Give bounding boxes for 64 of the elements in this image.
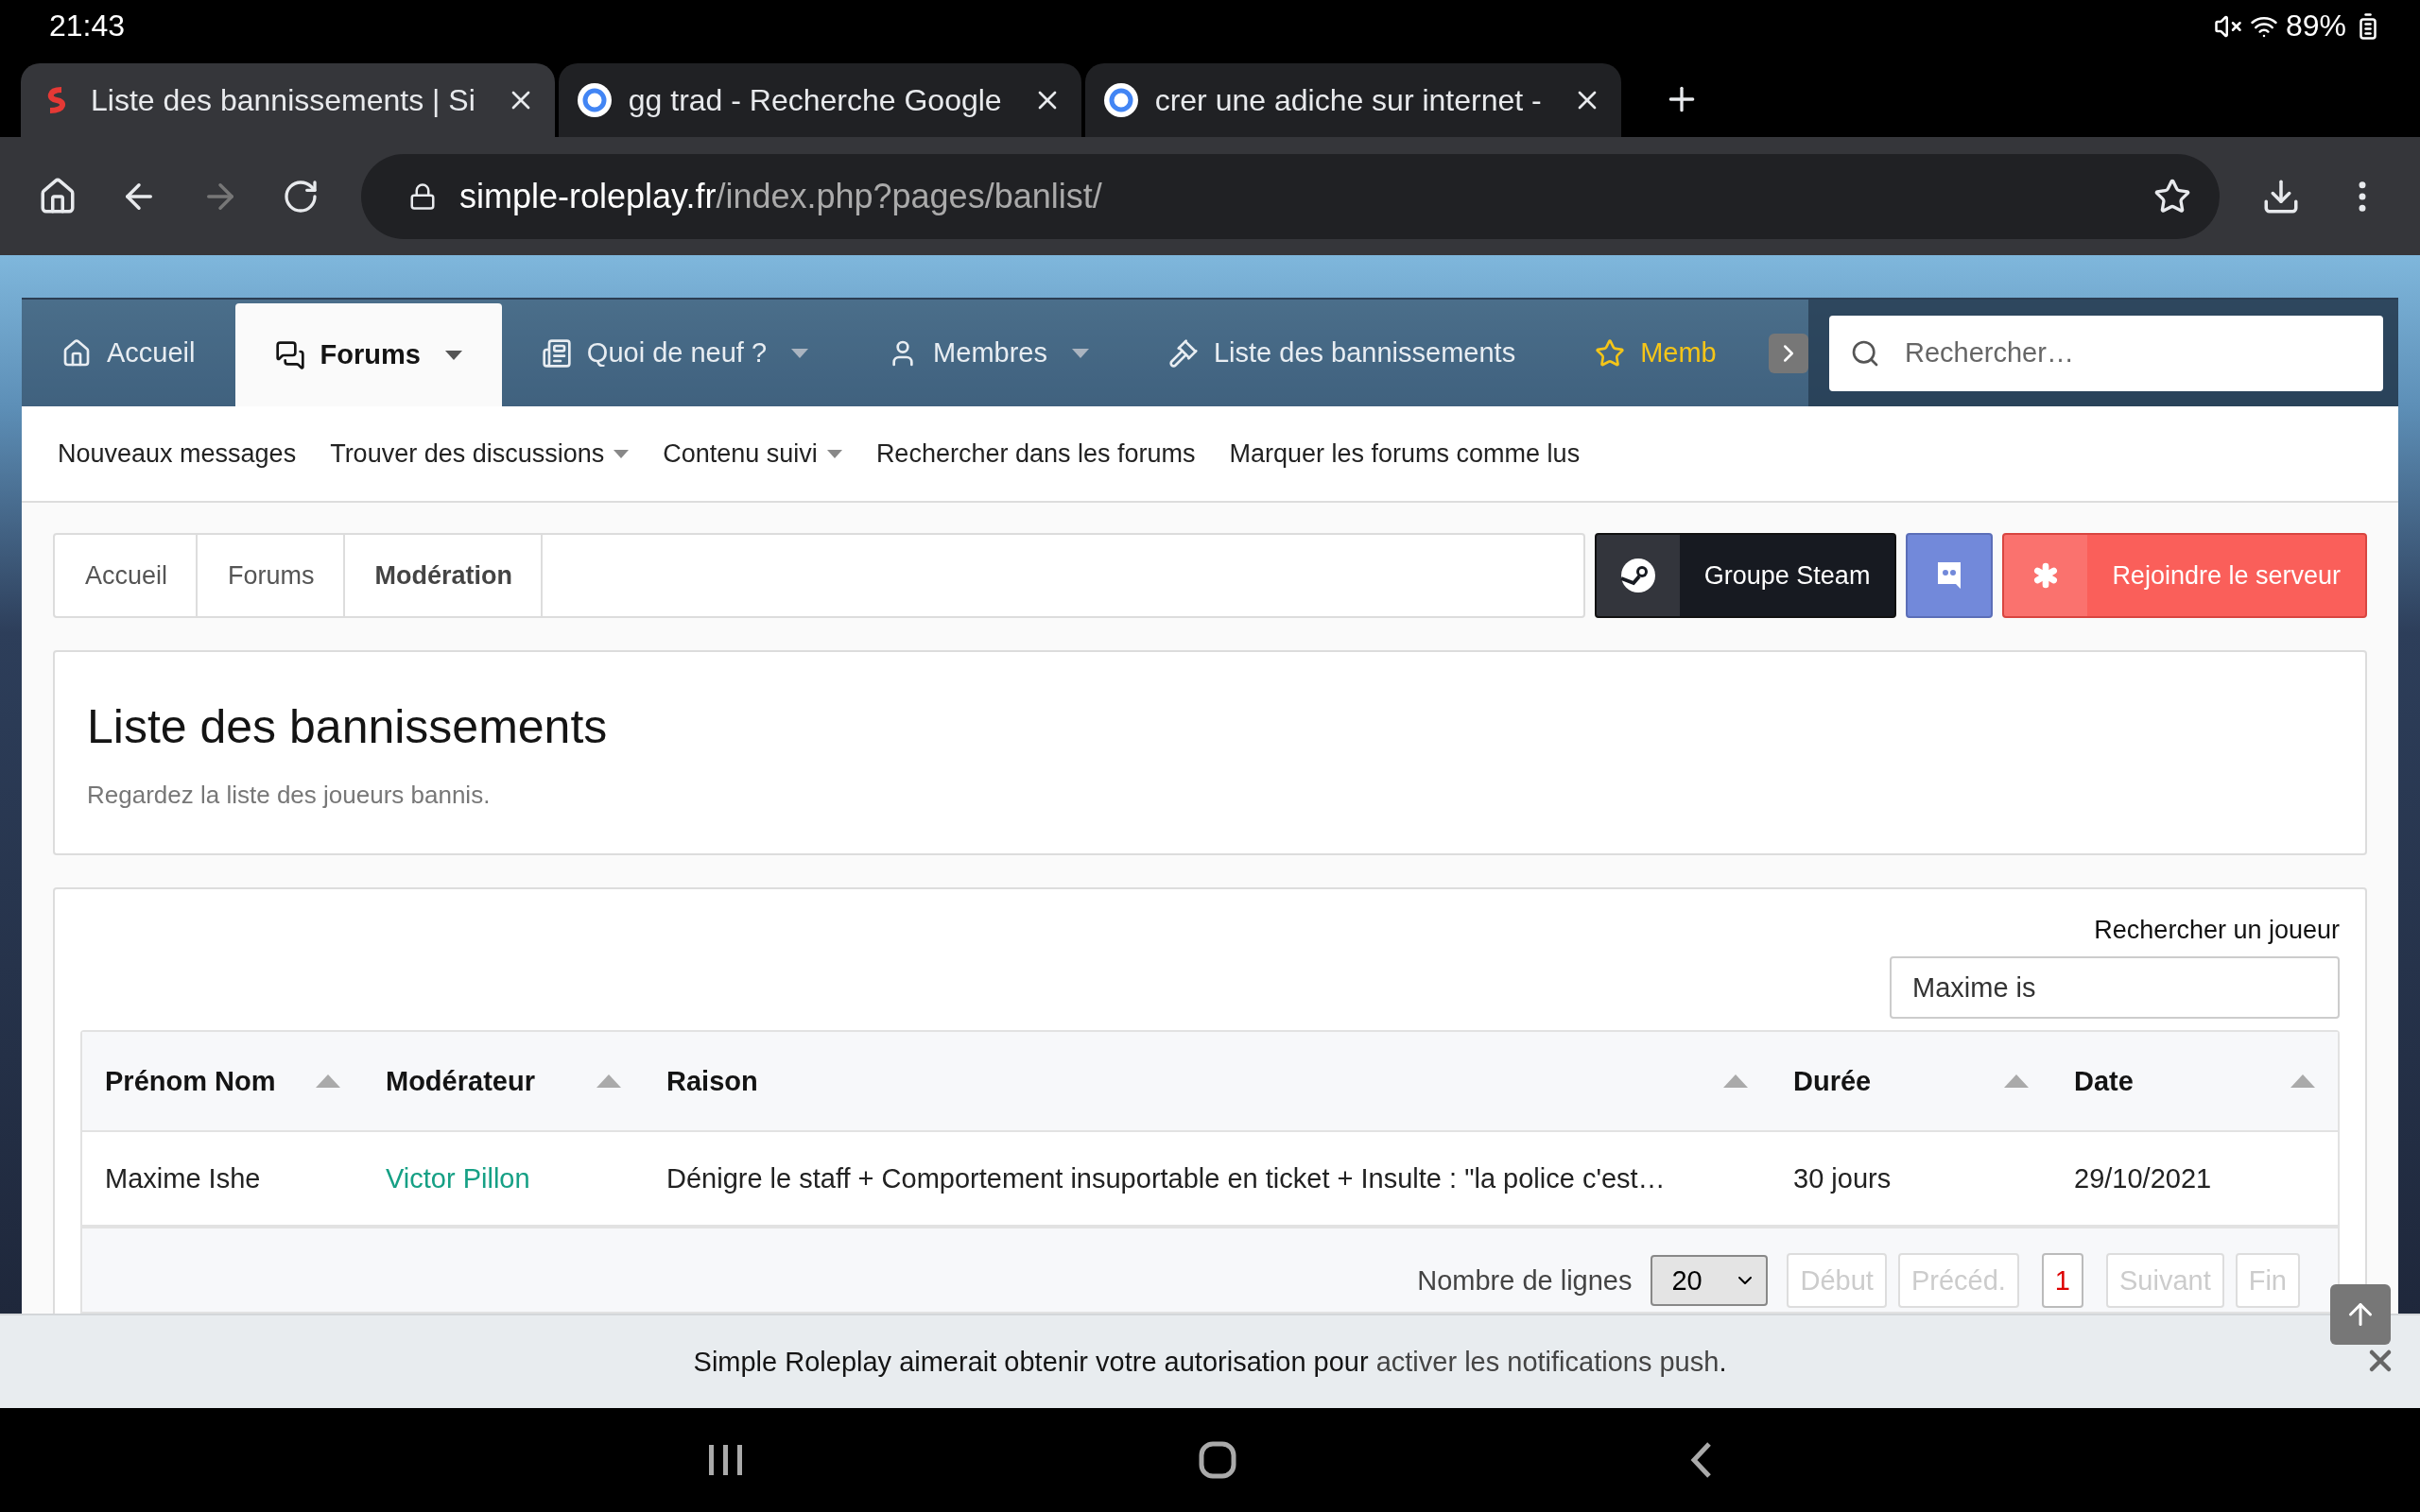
tab-title: gg trad - Recherche Google bbox=[628, 82, 1003, 118]
subnav-link[interactable]: Contenu suivi bbox=[663, 438, 842, 469]
newspaper-icon bbox=[541, 337, 572, 369]
breadcrumb-link[interactable]: Forums bbox=[198, 535, 345, 616]
column-header[interactable]: Date bbox=[2051, 1032, 2338, 1130]
browser-tab[interactable]: gg trad - Recherche Google bbox=[558, 63, 1081, 137]
clock-time: 21:43 bbox=[49, 9, 126, 43]
breadcrumb-link[interactable]: Accueil bbox=[55, 535, 199, 616]
table-cell-text: Maxime Ishe bbox=[104, 1161, 262, 1195]
subnav-link[interactable]: Rechercher dans les forums bbox=[875, 438, 1196, 469]
rows-per-page-select[interactable]: 20 bbox=[1651, 1255, 1769, 1306]
steam-button[interactable]: Groupe Steam bbox=[1594, 533, 1897, 618]
hammer-icon bbox=[1167, 337, 1199, 369]
player-search-field[interactable]: Maxime is bbox=[1890, 956, 2340, 1019]
caret-icon[interactable] bbox=[444, 350, 462, 360]
google-favicon-icon bbox=[1103, 83, 1138, 117]
search-field[interactable]: Rechercher… bbox=[1829, 315, 2383, 391]
browser-tab[interactable]: crer une adiche sur internet - bbox=[1084, 63, 1621, 137]
scroll-right-button[interactable] bbox=[1769, 334, 1808, 373]
table-cell-text: 30 jours bbox=[1792, 1161, 1893, 1195]
nav-tab[interactable]: Memb bbox=[1555, 300, 1756, 406]
steam-icon bbox=[1619, 558, 1656, 593]
speech-bubbles-icon bbox=[274, 339, 305, 370]
subnav-link[interactable]: Nouveaux messages bbox=[58, 438, 297, 469]
nav-tab[interactable]: Liste des bannissements bbox=[1128, 300, 1556, 406]
battery-percentage: 89% bbox=[2285, 9, 2346, 43]
breadcrumb-link[interactable]: Modération bbox=[344, 535, 544, 616]
star-icon bbox=[1595, 337, 1626, 369]
nav-tab[interactable]: Quoi de neuf ? bbox=[501, 300, 849, 406]
caret-icon[interactable] bbox=[614, 449, 630, 458]
home-button-icon[interactable] bbox=[1199, 1441, 1236, 1479]
subnav-link[interactable]: Marquer les forums comme lus bbox=[1229, 438, 1581, 469]
subnav-link[interactable]: Trouver des discussions bbox=[330, 438, 630, 469]
discord-button[interactable] bbox=[1906, 533, 1994, 618]
google-favicon-icon bbox=[577, 83, 612, 117]
tab-title: Liste des bannissements | Si bbox=[91, 82, 476, 118]
address-bar[interactable]: simple-roleplay.fr/index.php?pages/banlist/ bbox=[361, 153, 2220, 239]
table-cell-text: Dénigre le staff + Comportement insuportable en ticket + Insulte : "la police c'est… bbox=[666, 1161, 1667, 1195]
column-header[interactable]: Modérateur bbox=[363, 1032, 644, 1130]
scroll-to-top-button[interactable] bbox=[2330, 1284, 2391, 1345]
browser-tab[interactable]: Liste des bannissements | Si bbox=[21, 63, 555, 137]
tab-title: crer une adiche sur internet - bbox=[1154, 82, 1543, 118]
recent-apps-icon[interactable] bbox=[707, 1443, 745, 1477]
bookmark-star-icon[interactable] bbox=[2153, 177, 2191, 215]
player-search-label: Rechercher un joueur bbox=[2094, 916, 2340, 945]
page-description: Regardez la liste des joueurs bannis. bbox=[87, 781, 492, 810]
lock-icon bbox=[408, 181, 437, 211]
table-cell-text: 29/10/2021 bbox=[2073, 1161, 2213, 1195]
nav-tab[interactable]: Accueil bbox=[22, 300, 235, 406]
back-button-icon[interactable] bbox=[1690, 1441, 1713, 1479]
rows-per-page-label: Nombre de lignes bbox=[1417, 1264, 1633, 1297]
nav-tab[interactable]: Membres bbox=[848, 300, 1129, 406]
column-header[interactable]: Prénom Nom bbox=[82, 1032, 363, 1130]
pagination-button[interactable]: 1 bbox=[2041, 1253, 2083, 1308]
notification-text: Simple Roleplay aimerait obtenir votre autorisation pour activer les notifications push. bbox=[693, 1346, 1727, 1378]
column-header[interactable]: Durée bbox=[1771, 1032, 2051, 1130]
caret-icon[interactable] bbox=[826, 449, 842, 458]
page-title: Liste des bannissements bbox=[87, 699, 609, 754]
column-header[interactable]: Raison bbox=[644, 1032, 1771, 1130]
home-icon bbox=[61, 337, 92, 369]
notification-link[interactable]: activer les notifications push bbox=[1375, 1346, 1720, 1377]
home-icon[interactable] bbox=[38, 176, 78, 216]
url-text: simple-roleplay.fr/index.php?pages/banlist/ bbox=[459, 176, 1103, 216]
nav-tab[interactable]: Forums bbox=[234, 303, 502, 406]
